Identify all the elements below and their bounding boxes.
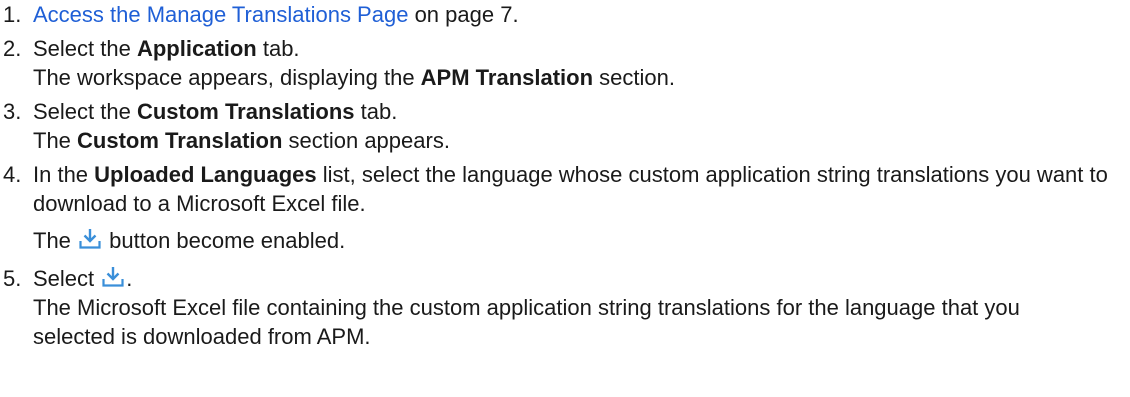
step-text: tab. <box>256 36 300 61</box>
step-result: button become enabled. <box>103 228 346 253</box>
step-number: 4. <box>3 162 22 187</box>
step-text: on page 7. <box>408 2 519 27</box>
step-result: The workspace appears, displaying the <box>33 65 421 90</box>
ui-term: Application <box>136 36 257 61</box>
step-4: 4. In the Uploaded Languages list, selec… <box>0 160 1130 255</box>
step-result: The <box>33 128 78 153</box>
procedure-steps: 1. Access the Manage Translations Page o… <box>0 0 1130 351</box>
step-3: 3. Select the Custom Translations tab. T… <box>0 97 1130 155</box>
ui-term: APM Translation <box>420 65 594 90</box>
step-2: 2. Select the Application tab. The works… <box>0 34 1130 92</box>
step-text: Select <box>33 266 101 291</box>
step-result: The Microsoft Excel file containing the … <box>33 295 1020 349</box>
download-icon <box>102 266 124 288</box>
step-text: Select the <box>33 99 137 124</box>
step-number: 2. <box>3 36 22 61</box>
step-number: 1. <box>3 2 22 27</box>
step-5: 5. Select . The Microsoft Excel file con… <box>0 264 1130 351</box>
step-number: 3. <box>3 99 22 124</box>
step-text: Select the <box>33 36 137 61</box>
step-text: tab. <box>354 99 398 124</box>
ui-term: Custom Translations <box>136 99 355 124</box>
step-text: . <box>126 266 133 291</box>
download-icon <box>79 228 101 250</box>
step-result: section appears. <box>282 128 450 153</box>
step-result: The <box>33 228 78 253</box>
manage-translations-link[interactable]: Access the Manage Translations Page <box>33 2 408 27</box>
ui-term: Custom Translation <box>77 128 283 153</box>
step-number: 5. <box>3 266 22 291</box>
ui-term: Uploaded Languages <box>94 162 317 187</box>
procedure-document: 1. Access the Manage Translations Page o… <box>0 0 1130 351</box>
step-result: section. <box>593 65 675 90</box>
step-1: 1. Access the Manage Translations Page o… <box>0 0 1130 29</box>
step-text: In the <box>33 162 95 187</box>
